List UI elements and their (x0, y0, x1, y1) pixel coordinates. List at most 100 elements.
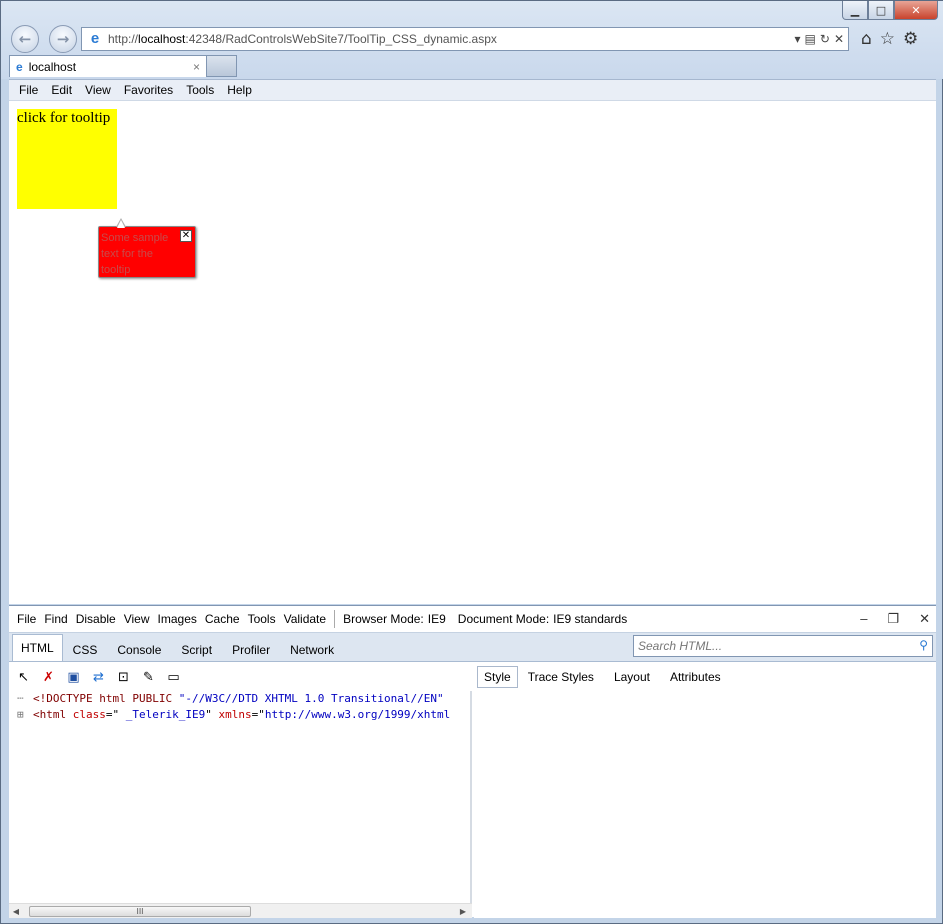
word-wrap-icon[interactable]: ⊡ (115, 669, 132, 686)
menu-view[interactable]: View (85, 83, 111, 97)
tooltip-close-button[interactable]: ✕ (180, 230, 192, 242)
stop-icon[interactable]: ✕ (834, 32, 844, 46)
devtools-toolbar: ↖ ✗ ▣ ⇄ ⊡ ✎ ▭ (9, 663, 472, 691)
devtools-minimize-icon[interactable]: – (860, 611, 867, 627)
devtools-close-icon[interactable]: ✕ (919, 611, 930, 627)
refresh-dom-icon[interactable]: ⇄ (90, 669, 107, 686)
scroll-right-icon[interactable]: ▶ (456, 907, 470, 916)
devtools-window-controls: – ❐ ✕ (852, 611, 930, 627)
search-html-input[interactable]: Search HTML... ⚲ (633, 635, 933, 657)
close-window-button[interactable]: ✕ (894, 1, 938, 20)
save-icon[interactable]: ▣ (65, 669, 82, 686)
devtools-menu-cache[interactable]: Cache (205, 612, 240, 626)
new-tab-button[interactable] (207, 55, 237, 77)
maximize-button[interactable]: □ (868, 1, 894, 20)
search-placeholder: Search HTML... (638, 639, 723, 653)
menu-favorites[interactable]: Favorites (124, 83, 173, 97)
refresh-icon[interactable]: ↻ (820, 32, 830, 46)
home-icon[interactable]: ⌂ (861, 29, 872, 49)
tab-script[interactable]: Script (171, 643, 222, 661)
ie-tab-icon: e (16, 59, 23, 74)
dom-tree-node[interactable]: ⊞ <html class=" _Telerik_IE9" xmlns="http… (9, 707, 470, 723)
developer-tools-panel: File Find Disable View Images Cache Tool… (9, 605, 936, 918)
style-subtabs: Style Trace Styles Layout Attributes (473, 663, 936, 691)
page-content: click for tooltip Some sample text for t… (9, 101, 936, 604)
compatibility-view-icon[interactable]: ▤ (805, 32, 816, 46)
document-mode-value[interactable]: IE9 standards (553, 612, 627, 626)
gear-icon[interactable]: ⚙ (903, 29, 918, 49)
tab-strip: e localhost × (9, 55, 237, 79)
back-arrow-icon: ← (18, 30, 32, 48)
search-icon[interactable]: ⚲ (919, 638, 928, 652)
code-token: <html (33, 708, 73, 721)
devtools-menu-disable[interactable]: Disable (76, 612, 116, 626)
menu-tools[interactable]: Tools (186, 83, 214, 97)
code-token: _Telerik_IE9 (125, 708, 206, 721)
code-token: class (72, 708, 106, 721)
maximize-icon: □ (875, 3, 887, 17)
tab-css[interactable]: CSS (63, 643, 108, 661)
minimize-icon: ▁ (850, 3, 860, 17)
window-controls: ▁ □ ✕ (842, 1, 938, 21)
horizontal-scrollbar[interactable]: ◀ III ▶ (9, 903, 472, 918)
select-element-icon[interactable]: ↖ (15, 669, 32, 686)
minimize-button[interactable]: ▁ (842, 1, 868, 20)
browser-command-icons: ⌂ ☆ ⚙ (861, 29, 918, 49)
tab-network[interactable]: Network (280, 643, 344, 661)
subtab-attributes[interactable]: Attributes (660, 667, 731, 687)
tab-close-icon[interactable]: × (193, 60, 200, 74)
url-path: :42348/RadControlsWebSite7/ToolTip_CSS_d… (185, 32, 497, 46)
devtools-undock-icon[interactable]: ❐ (887, 611, 899, 627)
menu-divider (334, 610, 336, 628)
browser-mode-value[interactable]: IE9 (428, 612, 446, 626)
subtab-layout[interactable]: Layout (604, 667, 660, 687)
tooltip-popup: Some sample text for the tooltip ✕ (98, 218, 196, 278)
devtools-menu-images[interactable]: Images (158, 612, 197, 626)
dropdown-chevron-icon[interactable]: ▾ (795, 32, 801, 46)
expand-node-icon[interactable]: ⊞ (17, 707, 24, 723)
menu-file[interactable]: File (19, 83, 38, 97)
url-host: localhost (138, 32, 186, 46)
menu-edit[interactable]: Edit (51, 83, 72, 97)
close-icon: ✕ (911, 3, 921, 17)
scroll-left-icon[interactable]: ◀ (9, 907, 23, 916)
subtab-style[interactable]: Style (477, 666, 518, 688)
menu-help[interactable]: Help (227, 83, 252, 97)
url-prefix: http:// (108, 32, 139, 46)
tab-title: localhost (28, 59, 77, 74)
code-token: " (205, 708, 219, 721)
tooltip-text: Some sample text for the tooltip (101, 232, 169, 276)
code-token: =" (251, 708, 265, 721)
address-bar[interactable]: e http://localhost:42348/RadControlsWebS… (81, 27, 849, 51)
code-token: xmlns (218, 708, 252, 721)
tab-console[interactable]: Console (107, 643, 171, 661)
dom-tree-node[interactable]: ┄ <!DOCTYPE html PUBLIC "-//W3C//DTD XHTM… (9, 691, 470, 707)
back-button[interactable]: ← (11, 25, 39, 53)
forward-button[interactable]: → (49, 25, 77, 53)
devtools-menu-tools[interactable]: Tools (248, 612, 276, 626)
document-mode-label[interactable]: Document Mode: (458, 612, 549, 626)
clear-icon[interactable]: ✗ (40, 669, 57, 686)
tooltip-callout-arrow-inner (117, 220, 125, 228)
scroll-thumb[interactable]: III (29, 906, 251, 917)
tab-localhost[interactable]: e localhost × (9, 55, 207, 77)
address-url[interactable]: http://localhost:42348/RadControlsWebSit… (108, 32, 795, 46)
code-token: http://www.w3.org/1999/xhtml (264, 708, 451, 721)
browser-window: ▁ □ ✕ ← → e http://localhost:42348/RadCo… (0, 0, 943, 924)
tab-profiler[interactable]: Profiler (222, 643, 280, 661)
devtools-menu-validate[interactable]: Validate (284, 612, 326, 626)
favorites-star-icon[interactable]: ☆ (880, 29, 895, 49)
devtools-menu-view[interactable]: View (124, 612, 150, 626)
element-source-icon[interactable]: ▭ (165, 669, 182, 686)
subtab-trace-styles[interactable]: Trace Styles (518, 667, 604, 687)
ie-logo-icon: e (90, 30, 100, 47)
menu-bar: File Edit View Favorites Tools Help (9, 79, 936, 101)
devtools-menu-find[interactable]: Find (44, 612, 67, 626)
devtools-menu-file[interactable]: File (17, 612, 36, 626)
browser-mode-label[interactable]: Browser Mode: (343, 612, 424, 626)
code-token: <!DOCTYPE html PUBLIC (33, 692, 179, 705)
tab-html[interactable]: HTML (12, 634, 63, 661)
edit-icon[interactable]: ✎ (140, 669, 157, 686)
tooltip-target-box[interactable]: click for tooltip (17, 109, 117, 209)
tree-connector: ┄ (17, 692, 24, 705)
